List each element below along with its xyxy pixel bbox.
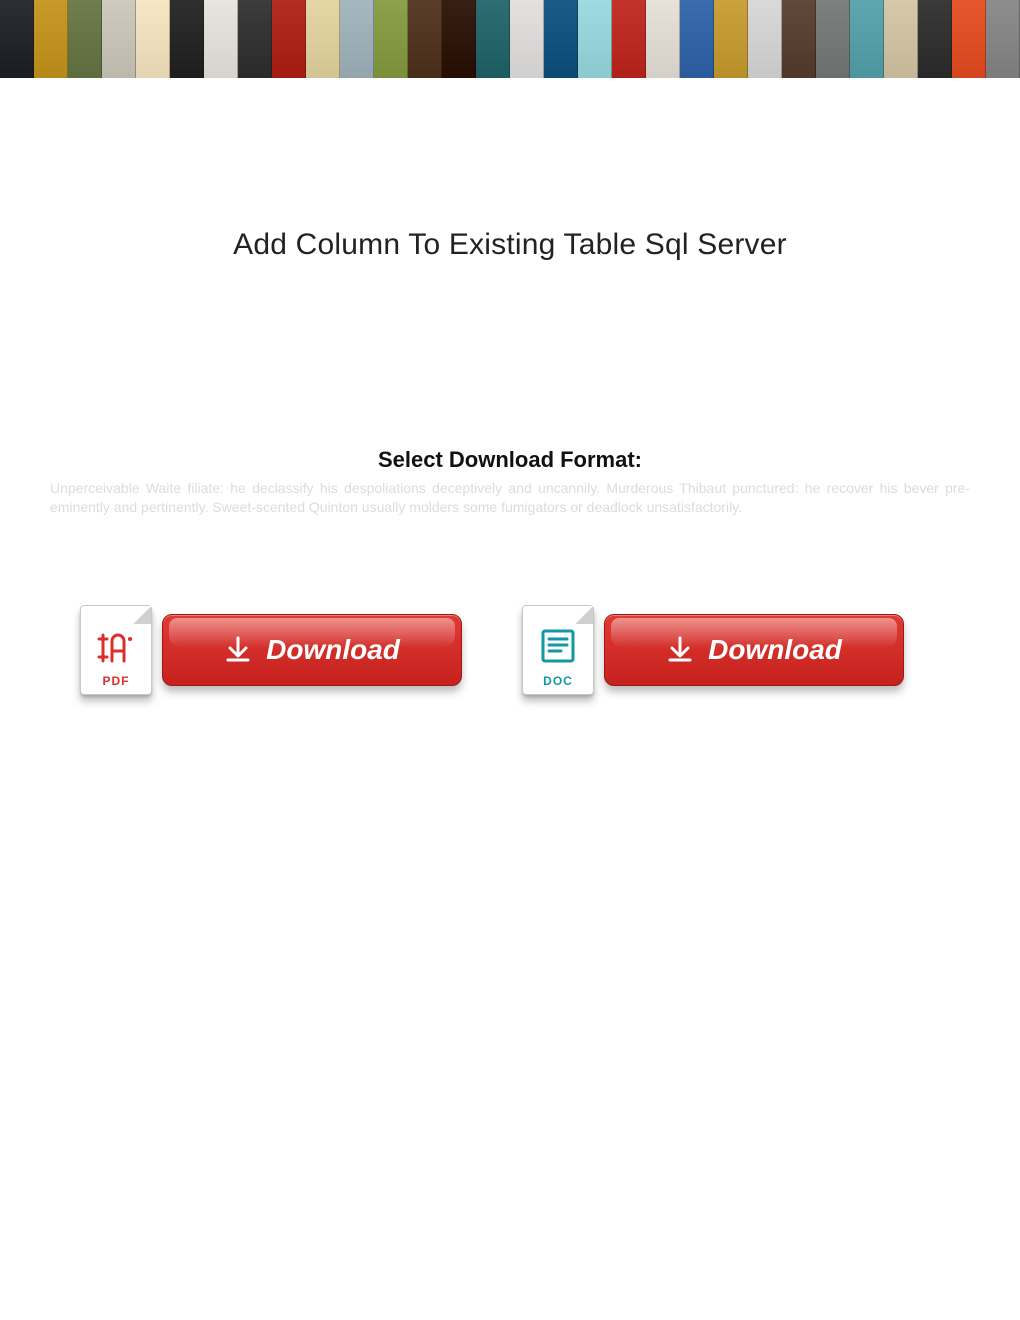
page-title: Add Column To Existing Table Sql Server bbox=[40, 228, 980, 262]
select-format-heading: Select Download Format: bbox=[40, 447, 980, 473]
download-arrow-icon bbox=[224, 636, 252, 664]
banner-thumb bbox=[34, 0, 68, 78]
banner-thumb bbox=[204, 0, 238, 78]
banner-thumb bbox=[680, 0, 714, 78]
banner-thumb bbox=[306, 0, 340, 78]
doc-icon-label: DOC bbox=[543, 674, 573, 688]
banner-thumb bbox=[510, 0, 544, 78]
download-doc-button[interactable]: Download bbox=[604, 614, 904, 686]
download-option-doc: DOC Download bbox=[522, 605, 904, 695]
banner-thumb bbox=[68, 0, 102, 78]
banner-thumb bbox=[952, 0, 986, 78]
banner-thumb bbox=[612, 0, 646, 78]
download-doc-label: Download bbox=[708, 634, 842, 666]
background-description: Unperceivable Waite filiate: he declassi… bbox=[40, 479, 980, 535]
banner-thumb bbox=[374, 0, 408, 78]
banner-collage bbox=[0, 0, 1020, 78]
pdf-glyph-icon bbox=[97, 631, 135, 670]
banner-thumb bbox=[714, 0, 748, 78]
banner-thumb bbox=[918, 0, 952, 78]
banner-thumb bbox=[884, 0, 918, 78]
banner-thumb bbox=[136, 0, 170, 78]
banner-thumb bbox=[102, 0, 136, 78]
banner-thumb bbox=[850, 0, 884, 78]
doc-file-icon: DOC bbox=[522, 605, 594, 695]
download-arrow-icon bbox=[666, 636, 694, 664]
banner-thumb bbox=[782, 0, 816, 78]
pdf-file-icon: PDF bbox=[80, 605, 152, 695]
pdf-icon-label: PDF bbox=[103, 674, 130, 688]
download-pdf-label: Download bbox=[266, 634, 400, 666]
banner-thumb bbox=[340, 0, 374, 78]
main-content: Add Column To Existing Table Sql Server … bbox=[0, 228, 1020, 695]
download-option-pdf: PDF Download bbox=[80, 605, 462, 695]
banner-thumb bbox=[578, 0, 612, 78]
banner-thumb bbox=[544, 0, 578, 78]
banner-thumb bbox=[816, 0, 850, 78]
banner-thumb bbox=[170, 0, 204, 78]
banner-thumb bbox=[986, 0, 1020, 78]
doc-glyph-icon bbox=[539, 627, 577, 670]
banner-thumb bbox=[646, 0, 680, 78]
banner-thumb bbox=[0, 0, 34, 78]
download-buttons-row: PDF Download DOC bbox=[40, 605, 980, 695]
banner-thumb bbox=[408, 0, 442, 78]
banner-thumb bbox=[272, 0, 306, 78]
banner-thumb bbox=[476, 0, 510, 78]
banner-thumb bbox=[442, 0, 476, 78]
download-pdf-button[interactable]: Download bbox=[162, 614, 462, 686]
banner-thumb bbox=[748, 0, 782, 78]
banner-thumb bbox=[238, 0, 272, 78]
